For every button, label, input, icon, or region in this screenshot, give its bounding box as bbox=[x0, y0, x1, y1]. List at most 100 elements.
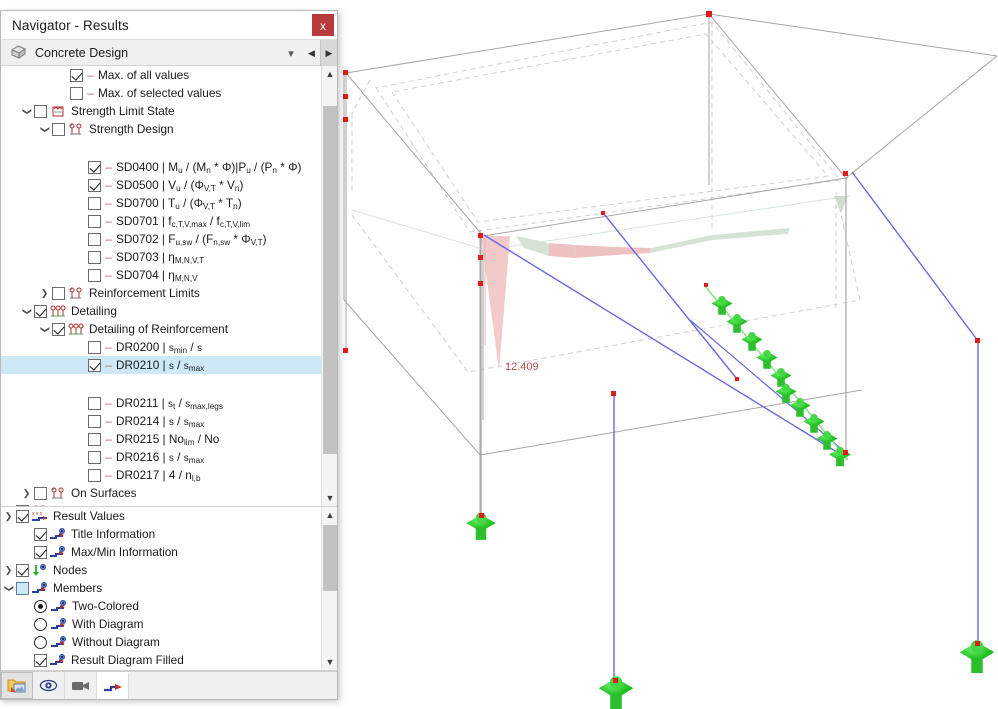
tree-row[interactable]: Nodes bbox=[1, 561, 321, 579]
checkbox[interactable] bbox=[88, 196, 101, 210]
tree-row[interactable]: – DR0211 | st / smax,legs bbox=[1, 394, 321, 412]
checkbox[interactable] bbox=[88, 468, 101, 482]
checkbox[interactable] bbox=[88, 396, 101, 410]
scroll-down-arrow-lower[interactable]: ▼ bbox=[322, 654, 337, 670]
checkbox[interactable] bbox=[88, 340, 101, 354]
tree-row[interactable]: x x x Result Values bbox=[1, 507, 321, 525]
checkbox[interactable] bbox=[52, 286, 65, 300]
tree-row[interactable]: Max/Min Information bbox=[1, 543, 321, 561]
radio-button[interactable] bbox=[34, 635, 47, 649]
dash-marker: – bbox=[105, 432, 112, 446]
tree-row[interactable]: Detailing of Reinforcement bbox=[1, 320, 321, 338]
tree-row[interactable]: Detailing bbox=[1, 302, 321, 320]
checkbox[interactable] bbox=[88, 268, 101, 282]
radio-button[interactable] bbox=[34, 617, 47, 631]
scroll-down-arrow[interactable]: ▼ bbox=[322, 490, 337, 506]
tree-row[interactable]: – SD0700 | Tu / (ΦV,T * Tn) bbox=[1, 194, 321, 212]
chevron-down-icon[interactable] bbox=[1, 583, 16, 594]
chevron-down-icon[interactable]: ▾ bbox=[279, 47, 303, 60]
tree-row[interactable]: – DR0210 | s / smax bbox=[1, 356, 321, 374]
tree-row[interactable]: – SD0704 | ηM,N,V bbox=[1, 266, 321, 284]
checkbox[interactable] bbox=[34, 653, 47, 667]
chevron-down-icon[interactable] bbox=[19, 306, 34, 317]
checkbox[interactable] bbox=[70, 68, 83, 82]
tree-row[interactable]: – DR0217 | 4 / nl,b bbox=[1, 466, 321, 484]
checkbox[interactable] bbox=[34, 104, 47, 118]
navigator-tab-bar[interactable] bbox=[1, 671, 337, 699]
tree-row[interactable]: – Max. of all values bbox=[1, 66, 321, 84]
checkbox[interactable] bbox=[16, 581, 29, 595]
tree-row[interactable]: On Surfaces bbox=[1, 484, 321, 502]
checkbox[interactable] bbox=[16, 509, 29, 523]
tree-row[interactable]: Without Diagram bbox=[1, 633, 321, 651]
triangle-left-icon[interactable]: ◀ bbox=[303, 40, 320, 66]
triangle-right-icon[interactable]: ▶ bbox=[320, 40, 337, 66]
chevron-down-icon[interactable] bbox=[37, 324, 52, 335]
tree-row-label: Result Diagram Filled bbox=[71, 653, 184, 667]
checkbox[interactable] bbox=[52, 322, 65, 336]
checkbox[interactable] bbox=[16, 563, 29, 577]
tree-row[interactable]: Hatching bbox=[1, 669, 321, 670]
chevron-down-icon[interactable] bbox=[19, 106, 34, 117]
checkbox[interactable] bbox=[34, 545, 47, 559]
limit-state-icon bbox=[49, 104, 66, 118]
scrollbar-lower[interactable]: ▲ ▼ bbox=[321, 507, 337, 670]
checkbox[interactable] bbox=[88, 450, 101, 464]
close-button[interactable]: x bbox=[312, 14, 334, 36]
checkbox[interactable] bbox=[88, 160, 101, 174]
checkbox[interactable] bbox=[52, 122, 65, 136]
navigator-results-panel[interactable]: Navigator - Results x Concrete Design ▾ … bbox=[0, 10, 338, 700]
design-icon bbox=[67, 286, 84, 300]
tree-row[interactable]: Title Information bbox=[1, 525, 321, 543]
scrollbar-upper[interactable]: ▲ ▼ bbox=[321, 66, 337, 506]
tree-row[interactable]: Strength Design bbox=[1, 120, 321, 138]
scrollbar-thumb-lower[interactable] bbox=[323, 525, 337, 591]
results-navigator-tab[interactable] bbox=[97, 672, 129, 699]
checkbox[interactable] bbox=[70, 86, 83, 100]
tree-row[interactable]: – SD0701 | fc,T,V,max / fc,T,V,lim bbox=[1, 212, 321, 230]
tree-row[interactable]: – SD0702 | Fu,sw / (Fn,sw * ΦV,T) bbox=[1, 230, 321, 248]
checkbox[interactable] bbox=[88, 178, 101, 192]
chevron-right-icon[interactable] bbox=[1, 511, 16, 522]
checkbox[interactable] bbox=[88, 232, 101, 246]
tree-row[interactable]: – DR0214 | s / smax bbox=[1, 412, 321, 430]
tree-row[interactable]: Strength Limit State bbox=[1, 102, 321, 120]
results-tree-upper[interactable]: – Max. of all values – Max. of selected val… bbox=[1, 66, 337, 507]
checkbox[interactable] bbox=[88, 358, 101, 372]
views-navigator-tab[interactable] bbox=[65, 672, 97, 699]
tree-row[interactable]: – Max. of selected values bbox=[1, 84, 321, 102]
tree-row[interactable]: Members bbox=[1, 579, 321, 597]
scroll-up-arrow-lower[interactable]: ▲ bbox=[322, 507, 337, 523]
info-icon bbox=[49, 527, 66, 541]
tree-row[interactable]: – DR0200 | smin / s bbox=[1, 338, 321, 356]
tree-row[interactable]: – SD0400 | Mu / (Mn * Φ)|Pu / (Pn * Φ) bbox=[1, 158, 321, 176]
tree-row[interactable]: Two-Colored bbox=[1, 597, 321, 615]
tree-row[interactable]: – DR0216 | s / smax bbox=[1, 448, 321, 466]
tree-row[interactable]: Reinforcement Limits bbox=[1, 284, 321, 302]
chevron-right-icon[interactable] bbox=[37, 288, 52, 299]
tree-row[interactable]: Result Diagram Filled bbox=[1, 651, 321, 669]
chevron-down-icon[interactable] bbox=[37, 124, 52, 135]
checkbox[interactable] bbox=[34, 304, 47, 318]
project-navigator-tab[interactable] bbox=[1, 672, 33, 699]
tree-row[interactable]: – SD0500 | Vu / (ΦV,T * Vn) bbox=[1, 176, 321, 194]
scroll-up-arrow[interactable]: ▲ bbox=[322, 66, 337, 82]
detailing-icon bbox=[49, 304, 66, 318]
checkbox[interactable] bbox=[34, 527, 47, 541]
tree-row[interactable]: – SD0703 | ηM,N,V,T bbox=[1, 248, 321, 266]
tree-row[interactable]: With Diagram bbox=[1, 615, 321, 633]
tree-row[interactable]: – DR0215 | Nolim / No bbox=[1, 430, 321, 448]
checkbox[interactable] bbox=[88, 414, 101, 428]
display-navigator-tab[interactable] bbox=[33, 672, 65, 699]
chevron-right-icon[interactable] bbox=[1, 565, 16, 576]
checkbox[interactable] bbox=[88, 250, 101, 264]
radio-button[interactable] bbox=[34, 599, 47, 613]
tree-row-label: Two-Colored bbox=[72, 599, 139, 613]
checkbox[interactable] bbox=[88, 214, 101, 228]
scrollbar-thumb[interactable] bbox=[323, 106, 337, 454]
chevron-right-icon[interactable] bbox=[19, 488, 34, 499]
checkbox[interactable] bbox=[88, 432, 101, 446]
member-icon bbox=[50, 635, 67, 649]
results-tree-lower[interactable]: x x x Result Values Title Information Max/M… bbox=[1, 507, 337, 671]
checkbox[interactable] bbox=[34, 486, 47, 500]
